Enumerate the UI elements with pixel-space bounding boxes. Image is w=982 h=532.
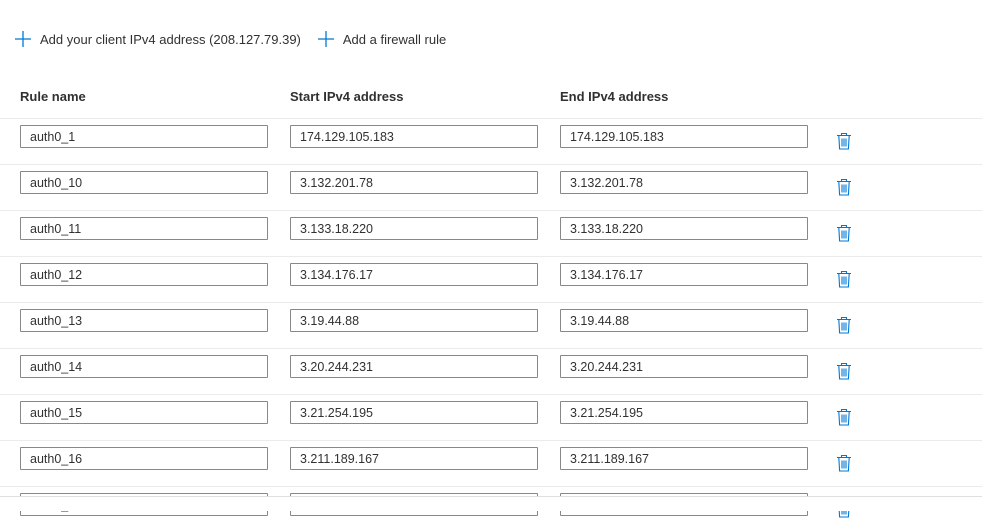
table-row bbox=[0, 302, 982, 348]
toolbar: Add your client IPv4 address (208.127.79… bbox=[14, 28, 462, 50]
delete-rule-button[interactable] bbox=[836, 132, 852, 150]
start-ip-input[interactable] bbox=[290, 263, 538, 286]
table-row bbox=[0, 164, 982, 210]
delete-rule-button[interactable] bbox=[836, 270, 852, 288]
end-ip-input[interactable] bbox=[560, 217, 808, 240]
table-row bbox=[0, 394, 982, 440]
add-client-ip-button[interactable]: Add your client IPv4 address (208.127.79… bbox=[14, 30, 301, 48]
start-ip-input[interactable] bbox=[290, 309, 538, 332]
trash-icon bbox=[837, 362, 851, 380]
start-ip-input[interactable] bbox=[290, 125, 538, 148]
end-ip-input[interactable] bbox=[560, 263, 808, 286]
end-ip-input[interactable] bbox=[560, 355, 808, 378]
column-header-end-ip: End IPv4 address bbox=[560, 89, 669, 104]
table-row bbox=[0, 348, 982, 394]
start-ip-input[interactable] bbox=[290, 447, 538, 470]
trash-icon bbox=[837, 408, 851, 426]
table-row bbox=[0, 440, 982, 486]
trash-icon bbox=[837, 224, 851, 242]
end-ip-input[interactable] bbox=[560, 447, 808, 470]
rule-name-input[interactable] bbox=[20, 401, 268, 424]
end-ip-input[interactable] bbox=[560, 309, 808, 332]
add-firewall-rule-button[interactable]: Add a firewall rule bbox=[317, 30, 446, 48]
delete-rule-button[interactable] bbox=[836, 178, 852, 196]
delete-rule-button[interactable] bbox=[836, 408, 852, 426]
rule-name-input[interactable] bbox=[20, 263, 268, 286]
rule-name-input[interactable] bbox=[20, 309, 268, 332]
column-header-start-ip: Start IPv4 address bbox=[290, 89, 404, 104]
rule-name-input[interactable] bbox=[20, 171, 268, 194]
delete-rule-button[interactable] bbox=[836, 316, 852, 334]
table-row bbox=[0, 256, 982, 302]
start-ip-input[interactable] bbox=[290, 401, 538, 424]
scroll-clip bbox=[0, 497, 982, 511]
trash-icon bbox=[837, 270, 851, 288]
delete-rule-button[interactable] bbox=[836, 224, 852, 242]
column-header-rule-name: Rule name bbox=[20, 89, 86, 104]
rule-name-input[interactable] bbox=[20, 447, 268, 470]
table-row bbox=[0, 118, 982, 164]
plus-icon bbox=[317, 31, 334, 47]
table-header: Rule name Start IPv4 address End IPv4 ad… bbox=[20, 89, 982, 105]
delete-rule-button[interactable] bbox=[836, 362, 852, 380]
end-ip-input[interactable] bbox=[560, 125, 808, 148]
add-firewall-rule-label: Add a firewall rule bbox=[342, 31, 447, 47]
trash-icon bbox=[837, 132, 851, 150]
trash-icon bbox=[837, 316, 851, 334]
table-row bbox=[0, 210, 982, 256]
start-ip-input[interactable] bbox=[290, 171, 538, 194]
end-ip-input[interactable] bbox=[560, 171, 808, 194]
rule-name-input[interactable] bbox=[20, 125, 268, 148]
rule-name-input[interactable] bbox=[20, 355, 268, 378]
trash-icon bbox=[837, 178, 851, 196]
trash-icon bbox=[837, 454, 851, 472]
rule-name-input[interactable] bbox=[20, 217, 268, 240]
add-client-ip-label: Add your client IPv4 address (208.127.79… bbox=[40, 31, 301, 47]
plus-icon bbox=[15, 31, 31, 47]
end-ip-input[interactable] bbox=[560, 401, 808, 424]
delete-rule-button[interactable] bbox=[836, 454, 852, 472]
start-ip-input[interactable] bbox=[290, 217, 538, 240]
start-ip-input[interactable] bbox=[290, 355, 538, 378]
firewall-rules-list bbox=[0, 118, 982, 532]
